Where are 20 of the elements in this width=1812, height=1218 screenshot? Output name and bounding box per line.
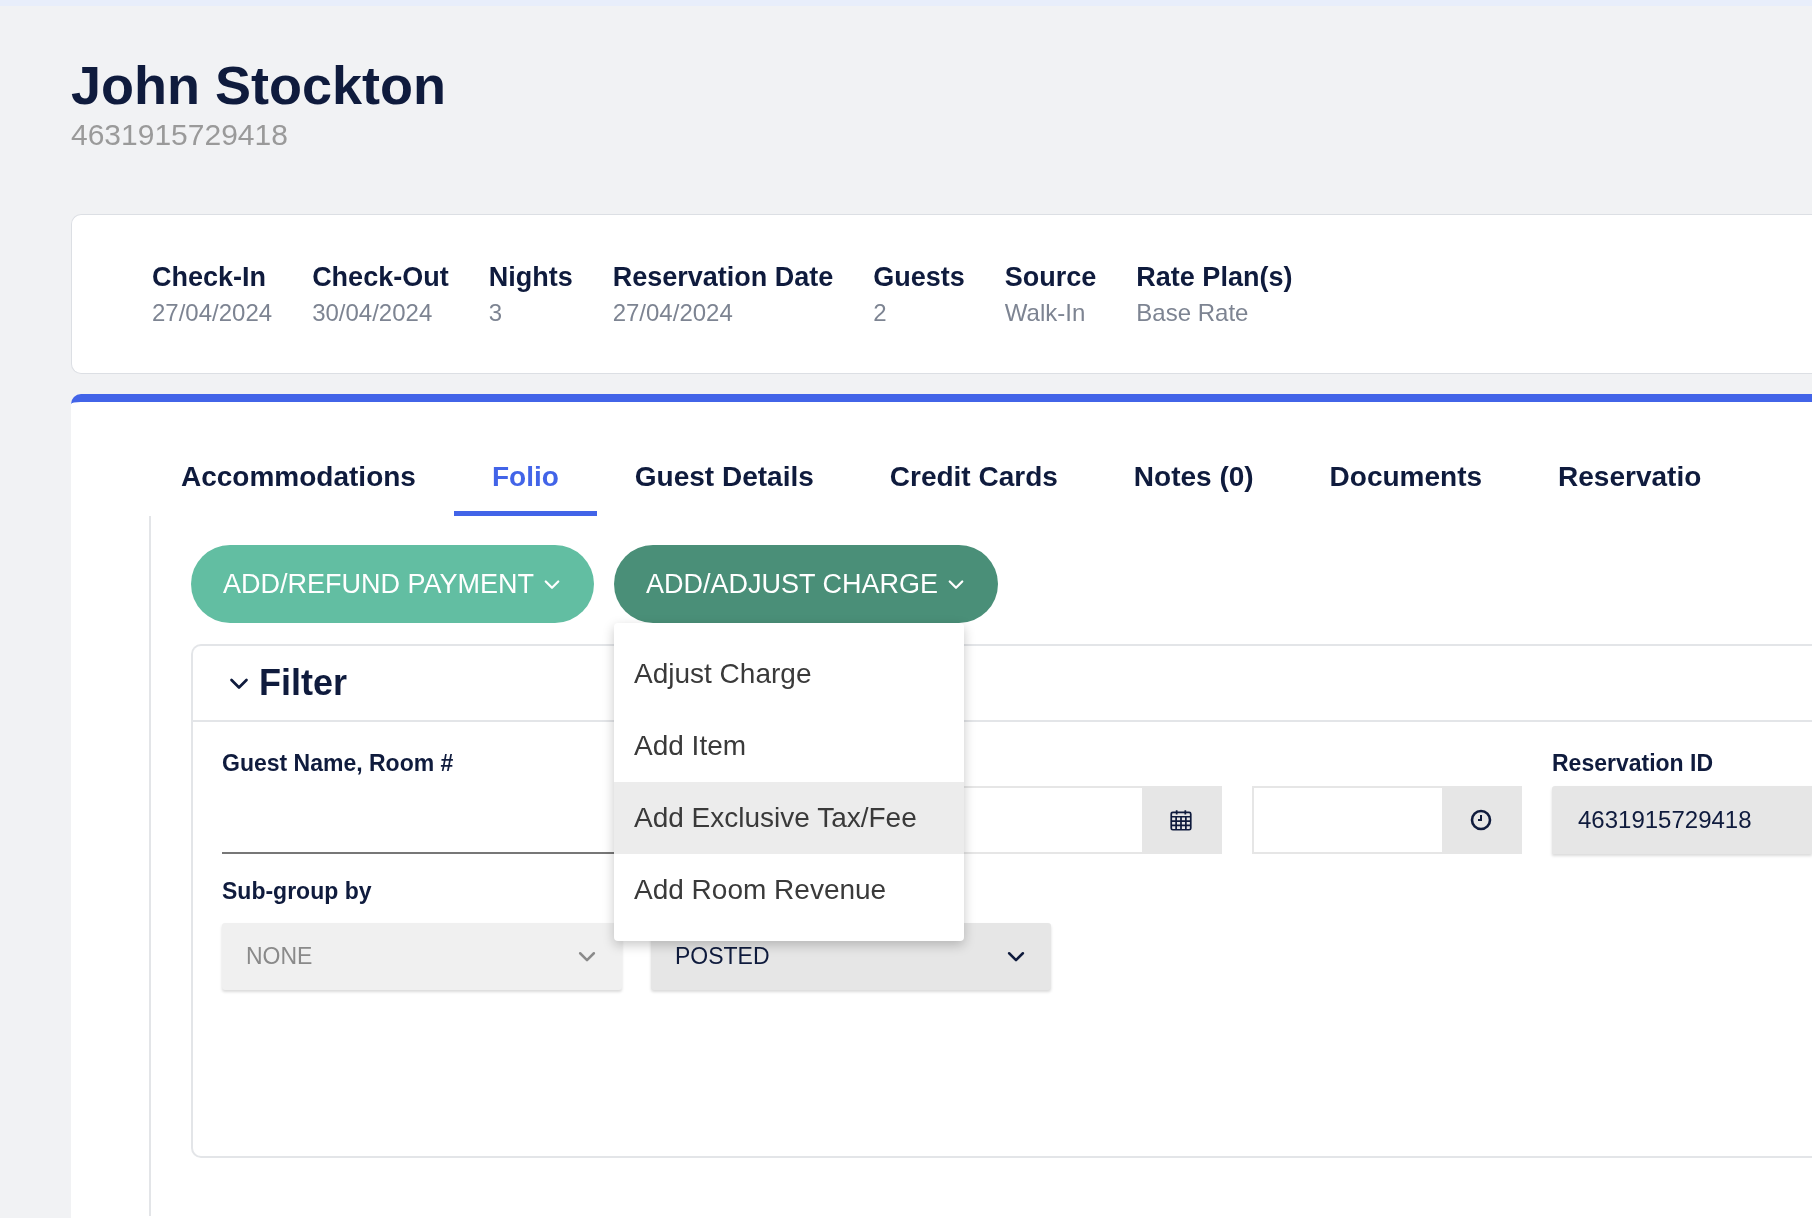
- summary-label: Check-In: [152, 261, 268, 294]
- summary-value: 3: [488, 298, 503, 328]
- summary-label: Source: [1004, 261, 1097, 294]
- summary-value: 27/04/2024: [612, 298, 734, 328]
- summary-label: Check-Out: [312, 261, 449, 294]
- summary-value: 27/04/2024: [152, 298, 273, 328]
- field-label: Reservation ID: [1552, 749, 1715, 778]
- summary-value: Base Rate: [1136, 298, 1250, 328]
- summary-label: Nights: [488, 261, 573, 294]
- field-label: Sub-group by: [222, 878, 372, 904]
- summary-value: 30/04/2024: [312, 298, 434, 328]
- summary-label: Guests: [873, 261, 965, 294]
- filter-title: Filter: [259, 661, 347, 705]
- field-label: Guest Name, Room #: [222, 749, 455, 778]
- summary-value: Walk-In: [1004, 298, 1087, 328]
- summary-label: Reservation Date: [612, 261, 834, 294]
- reservation-number: 4631915729418: [71, 118, 288, 152]
- guest-name: John Stockton: [71, 54, 447, 117]
- summary-value: 2: [873, 298, 888, 328]
- summary-label: Rate Plan(s): [1136, 261, 1293, 294]
